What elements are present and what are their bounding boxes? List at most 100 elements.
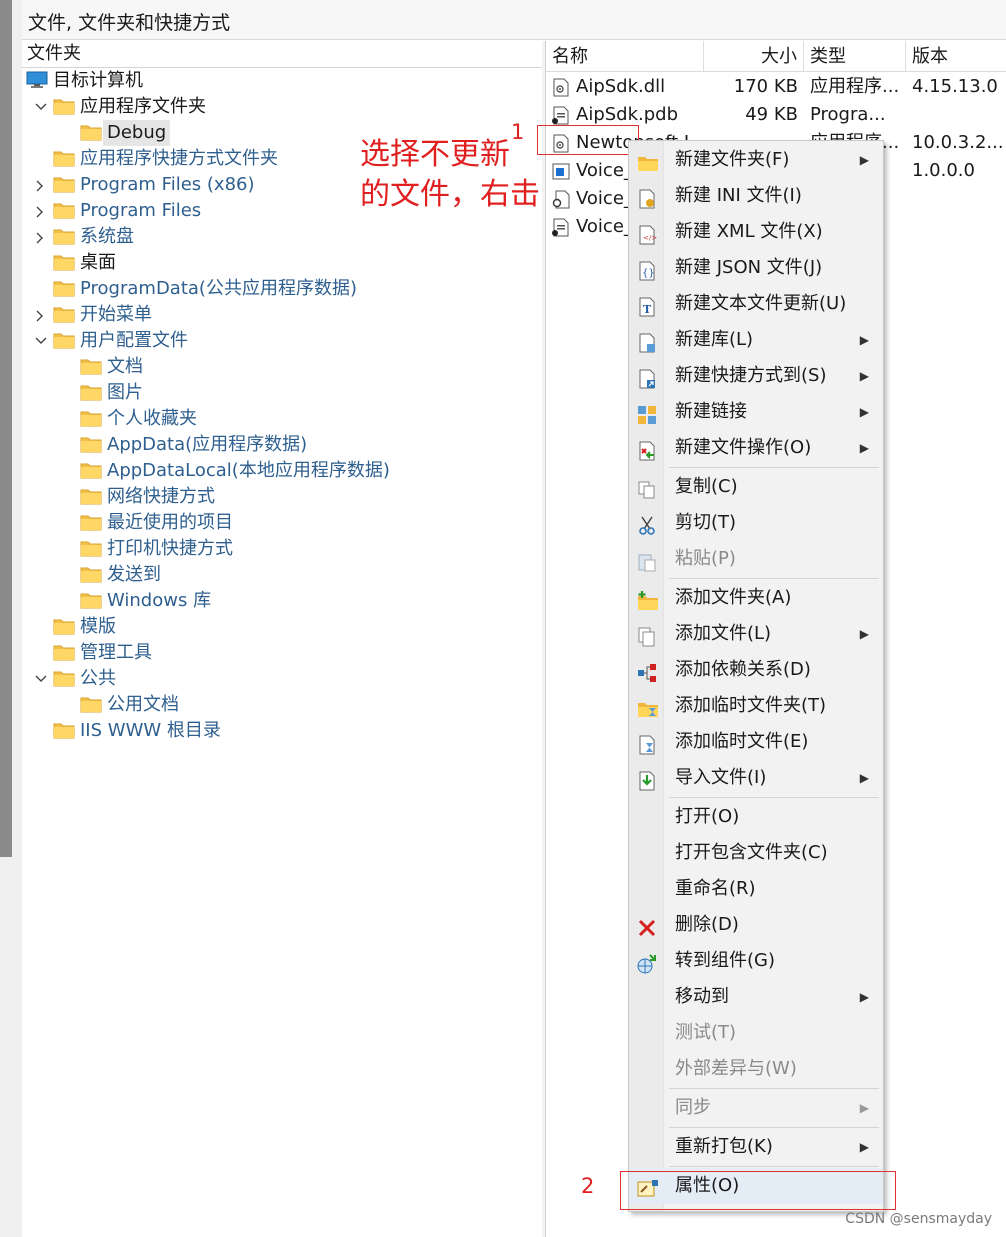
tree-item-label: AppDataLocal(本地应用程序数据) [107,460,390,481]
context-menu-item[interactable]: 新建库(L) ▶ [629,322,883,358]
context-menu-item-label: 添加临时文件(E) [675,731,809,752]
context-menu-item-label: 新建文件操作(O) [675,437,812,458]
context-menu-item[interactable]: 外部差异与(W) [629,1051,883,1087]
tree-item-label: 公共 [80,668,116,689]
outer-scrollbar-thumb[interactable] [0,0,12,857]
tree-item[interactable]: 目标计算机 [22,68,542,94]
tree-item[interactable]: AppData(应用程序数据) [22,432,542,458]
tree-item[interactable]: 应用程序文件夹 [22,94,542,120]
context-menu-item[interactable]: 打开包含文件夹(C) [629,835,883,871]
tree-item[interactable]: 网络快捷方式 [22,484,542,510]
context-menu-item[interactable]: </> 新建 XML 文件(X) [629,214,883,250]
tree-item[interactable]: 个人收藏夹 [22,406,542,432]
column-header-name[interactable]: 名称 [546,41,704,71]
tree-item[interactable]: 图片 [22,380,542,406]
chevron-down-icon[interactable] [33,666,49,692]
context-menu-item[interactable]: 同步 ▶ [629,1090,883,1126]
chevron-down-icon[interactable] [33,328,49,354]
context-menu-item-label: 转到组件(G) [675,950,775,971]
tree-item[interactable]: Windows 库 [22,588,542,614]
context-menu-item[interactable]: 添加临时文件(E) [629,724,883,760]
submenu-arrow-icon: ▶ [859,153,869,167]
file-type-cell: Progra... [810,104,886,125]
svg-text:{}: {} [642,268,655,279]
tree-item-label: ProgramData(公共应用程序数据) [80,278,357,299]
chevron-right-icon[interactable] [33,172,49,198]
chevron-right-icon[interactable] [33,224,49,250]
ini-file-icon [637,186,657,209]
tree-item[interactable]: 打印机快捷方式 [22,536,542,562]
context-menu-item[interactable]: T 新建文本文件更新(U) [629,286,883,322]
file-list-header: 名称 大小 类型 版本 [546,41,1006,72]
context-menu-item[interactable]: 新建文件夹(F) ▶ [629,142,883,178]
tree-item[interactable]: IIS WWW 根目录 [22,718,542,744]
folder-icon [80,435,102,453]
context-menu-item-label: 新建文本文件更新(U) [675,293,847,314]
tree-item-label: 图片 [107,382,143,403]
tree-item[interactable]: 公用文档 [22,692,542,718]
annotation-box-selected-file [537,125,639,155]
context-menu-item[interactable]: 移动到 ▶ [629,979,883,1015]
tree-item[interactable]: 管理工具 [22,640,542,666]
folder-icon [80,565,102,583]
column-header-version[interactable]: 版本 [906,41,1006,71]
context-menu-item[interactable]: 添加临时文件夹(T) [629,688,883,724]
context-menu-item[interactable]: 添加文件夹(A) [629,580,883,616]
submenu-arrow-icon: ▶ [859,627,869,641]
json-file-icon: {} [637,258,657,281]
context-menu-item[interactable]: 粘贴(P) [629,541,883,577]
tree-item-label: 最近使用的项目 [107,512,233,533]
column-header-type[interactable]: 类型 [804,41,906,71]
tree-item[interactable]: 桌面 [22,250,542,276]
add-file-icon [637,624,657,647]
column-header-size[interactable]: 大小 [704,41,804,71]
submenu-arrow-icon: ▶ [859,405,869,419]
context-menu-item[interactable]: 添加依赖关系(D) [629,652,883,688]
context-menu-item[interactable]: 复制(C) [629,469,883,505]
file-row[interactable]: AipSdk.dll 170 KB 应用程序... 4.15.13.0 [546,73,1006,101]
tree-item[interactable]: 最近使用的项目 [22,510,542,536]
context-menu-item[interactable]: 删除(D) [629,907,883,943]
link-icon [637,402,657,424]
tree-item-label: 文档 [107,356,143,377]
folder-icon [80,409,102,427]
context-menu-item[interactable]: 新建链接 ▶ [629,394,883,430]
context-menu-item[interactable]: 新建 INI 文件(I) [629,178,883,214]
tree-item[interactable]: ProgramData(公共应用程序数据) [22,276,542,302]
chevron-right-icon[interactable] [33,198,49,224]
context-menu-item[interactable]: 重命名(R) [629,871,883,907]
context-menu-item[interactable]: 剪切(T) [629,505,883,541]
monitor-icon [26,71,48,89]
context-menu-item[interactable]: 添加文件(L) ▶ [629,616,883,652]
context-menu-item[interactable]: 转到组件(G) [629,943,883,979]
chevron-down-icon[interactable] [33,94,49,120]
tree-item[interactable]: 用户配置文件 [22,328,542,354]
context-menu-item[interactable]: 打开(O) [629,799,883,835]
context-menu-separator [669,1088,879,1089]
chevron-right-icon[interactable] [33,302,49,328]
context-menu-item-label: 移动到 [675,986,729,1007]
context-menu-item[interactable]: 导入文件(I) ▶ [629,760,883,796]
component-globe-icon [637,951,657,974]
context-menu-item-label: 新建 XML 文件(X) [675,221,823,242]
tree-item[interactable]: 模版 [22,614,542,640]
tree-item[interactable]: 公共 [22,666,542,692]
submenu-arrow-icon: ▶ [859,771,869,785]
context-menu-item[interactable]: {} 新建 JSON 文件(J) [629,250,883,286]
tree-item-label: Program Files (x86) [80,174,255,195]
context-menu-separator [669,797,879,798]
context-menu-item[interactable]: 重新打包(K) ▶ [629,1129,883,1165]
context-menu-item[interactable]: 测试(T) [629,1015,883,1051]
tree-item[interactable]: 开始菜单 [22,302,542,328]
outer-scrollbar-track [0,857,12,1237]
tree-item[interactable]: 发送到 [22,562,542,588]
context-menu-separator [669,467,879,468]
paste-icon [637,549,657,572]
context-menu-item[interactable]: 新建文件操作(O) ▶ [629,430,883,466]
tree-item-label: Windows 库 [107,590,212,611]
tree-item[interactable]: AppDataLocal(本地应用程序数据) [22,458,542,484]
context-menu-item[interactable]: 新建快捷方式到(S) ▶ [629,358,883,394]
tree-item[interactable]: 系统盘 [22,224,542,250]
folder-tree-header[interactable]: 文件夹 [22,41,542,68]
tree-item[interactable]: 文档 [22,354,542,380]
